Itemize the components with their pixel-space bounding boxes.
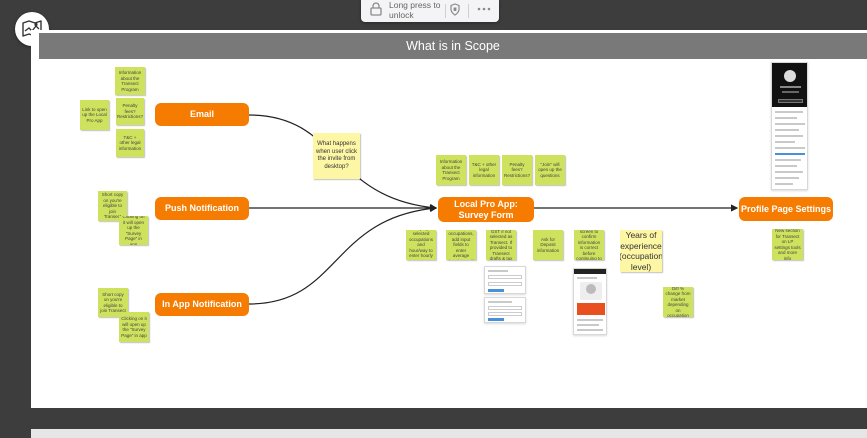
sticky-note[interactable]: Clicking on it will open up the "Survey …: [119, 216, 148, 245]
frame-bottom-bar: [31, 429, 867, 438]
toolbar-divider: [468, 4, 469, 18]
sticky-note[interactable]: Display selected occupations, add input …: [446, 230, 476, 260]
sticky-note[interactable]: Asks for GST if not selected as Transect…: [486, 230, 516, 260]
sticky-note[interactable]: Diff % change from market depending on o…: [663, 287, 693, 317]
sticky-note[interactable]: Clicking on it will open up the "Survey …: [119, 312, 149, 342]
sticky-note[interactable]: Penalty fees? Restrictions?: [116, 98, 144, 125]
shield-icon[interactable]: [450, 3, 460, 16]
node-in-app-notification[interactable]: In App Notification: [155, 293, 249, 316]
sticky-note[interactable]: Display screen to confirm information is…: [574, 230, 604, 260]
sticky-note[interactable]: T&C + other legal information: [116, 129, 144, 157]
node-profile-page-settings[interactable]: Profile Page Settings: [739, 197, 833, 221]
node-email[interactable]: Email: [155, 103, 249, 126]
sticky-note[interactable]: Ask for Deposit information: [533, 230, 563, 260]
mobile-screenshot-thumbnail[interactable]: [573, 268, 607, 335]
sticky-note[interactable]: T&C + other legal information: [469, 155, 499, 185]
sticky-note[interactable]: Information about the Transect Program: [115, 67, 145, 95]
lock-icon[interactable]: [370, 2, 382, 16]
lock-text[interactable]: Long press to unlock: [389, 0, 441, 20]
sticky-note-question[interactable]: What happens when user click the invite …: [313, 133, 360, 179]
sticky-note[interactable]: Information about the Transect Program: [436, 155, 466, 185]
node-local-pro-survey-form[interactable]: Local Pro App: Survey Form: [438, 197, 534, 222]
toolbar-divider: [445, 4, 446, 18]
sticky-note[interactable]: Link to open up the Local Pro App: [80, 100, 109, 130]
sticky-note-years-experience[interactable]: Years of experience (occupation level): [620, 230, 662, 272]
sticky-note[interactable]: Display selected occupations and hour/wa…: [406, 230, 436, 260]
lock-toolbar: Long press to unlock: [361, 0, 499, 22]
more-options-icon[interactable]: [477, 7, 491, 11]
sticky-note[interactable]: "Join" will open up the questions: [535, 155, 565, 185]
board-title: What is in Scope: [39, 33, 867, 59]
sticky-note[interactable]: New section for Transect on LP settings …: [772, 229, 803, 260]
form-screenshot-thumbnail[interactable]: [484, 266, 526, 294]
profile-page-screenshot-thumbnail[interactable]: [771, 62, 808, 190]
sticky-note[interactable]: Penalty fees? Restrictions?: [502, 155, 532, 185]
form-screenshot-thumbnail[interactable]: [484, 297, 526, 323]
node-push-notification[interactable]: Push Notification: [155, 197, 249, 220]
